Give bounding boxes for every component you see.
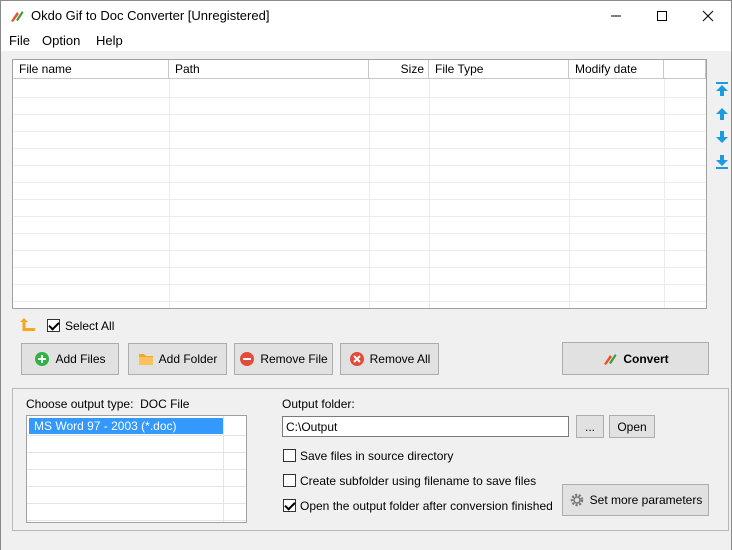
list-row-divider	[27, 469, 246, 470]
table-row-divider	[13, 267, 706, 268]
add-files-label: Add Files	[55, 352, 106, 366]
remove-all-label: Remove All	[369, 352, 431, 366]
folder-icon	[138, 354, 153, 365]
menu-bar: File Option Help	[1, 31, 731, 51]
output-type-value: DOC File	[140, 397, 190, 411]
browse-button[interactable]: ...	[576, 415, 604, 438]
output-folder-input[interactable]	[282, 416, 569, 437]
move-bottom-icon[interactable]	[714, 154, 730, 170]
column-header-size[interactable]: Size	[369, 60, 429, 79]
table-row-divider	[13, 182, 706, 183]
save-in-source-label: Save files in source directory	[300, 449, 454, 463]
column-header-spacer	[664, 60, 706, 79]
output-type-list[interactable]: MS Word 97 - 2003 (*.doc)	[26, 415, 247, 523]
save-in-source-checkbox[interactable]	[283, 449, 296, 462]
app-logo-icon	[11, 11, 24, 22]
maximize-icon	[657, 11, 667, 21]
open-after-checkbox[interactable]	[283, 499, 296, 512]
remove-file-label: Remove File	[260, 352, 328, 366]
minimize-button[interactable]	[593, 1, 639, 31]
list-row-divider	[27, 486, 246, 487]
move-top-icon[interactable]	[714, 81, 730, 97]
convert-label: Convert	[623, 351, 669, 366]
parent-folder-icon[interactable]	[19, 317, 37, 333]
menu-option[interactable]: Option	[42, 33, 80, 48]
output-type-label: Choose output type: DOC File	[26, 397, 189, 411]
create-subfolder-label: Create subfolder using filename to save …	[300, 474, 537, 488]
move-down-icon[interactable]	[714, 129, 730, 145]
convert-button[interactable]: Convert	[562, 342, 709, 375]
list-row-divider	[27, 503, 246, 504]
table-row-divider	[13, 131, 706, 132]
table-row-divider	[13, 165, 706, 166]
column-header-modify-date[interactable]: Modify date	[569, 60, 664, 79]
table-row-divider	[13, 216, 706, 217]
maximize-button[interactable]	[639, 1, 685, 31]
add-files-button[interactable]: Add Files	[21, 343, 119, 375]
menu-file[interactable]: File	[9, 33, 30, 48]
table-row-divider	[13, 148, 706, 149]
convert-icon	[604, 353, 617, 365]
move-up-icon[interactable]	[714, 106, 730, 122]
set-more-parameters-button[interactable]: Set more parameters	[562, 484, 709, 516]
table-row-divider	[13, 199, 706, 200]
remove-all-icon	[349, 352, 364, 366]
minimize-icon	[611, 15, 621, 17]
remove-file-button[interactable]: Remove File	[234, 343, 333, 375]
table-row-divider	[13, 301, 706, 302]
list-row-divider	[27, 452, 246, 453]
title-bar[interactable]: Okdo Gif to Doc Converter [Unregistered]	[1, 1, 731, 31]
close-icon	[702, 10, 714, 22]
table-row-divider	[13, 97, 706, 98]
remove-all-button[interactable]: Remove All	[340, 343, 439, 375]
list-row-divider	[27, 435, 246, 436]
add-folder-label: Add Folder	[158, 352, 218, 366]
select-all-label: Select All	[65, 319, 115, 333]
list-row-divider	[27, 520, 246, 521]
output-type-option-selected[interactable]: MS Word 97 - 2003 (*.doc)	[29, 418, 223, 434]
status-bar	[1, 540, 731, 550]
set-more-parameters-label: Set more parameters	[589, 493, 703, 507]
table-row-divider	[13, 284, 706, 285]
remove-icon	[240, 352, 255, 366]
output-folder-label: Output folder:	[282, 397, 355, 411]
gear-icon	[570, 493, 583, 507]
table-row-divider	[13, 233, 706, 234]
column-header-path[interactable]: Path	[169, 60, 369, 79]
column-header-file-name[interactable]: File name	[13, 60, 169, 79]
add-folder-button[interactable]: Add Folder	[128, 343, 227, 375]
table-row-divider	[13, 250, 706, 251]
window-title: Okdo Gif to Doc Converter [Unregistered]	[31, 8, 270, 23]
select-all-checkbox[interactable]	[47, 319, 60, 332]
file-list-table[interactable]: File name Path Size File Type Modify dat…	[12, 59, 707, 309]
main-window: Okdo Gif to Doc Converter [Unregistered]…	[0, 0, 732, 550]
create-subfolder-checkbox[interactable]	[283, 474, 296, 487]
add-icon	[35, 352, 50, 366]
close-button[interactable]	[685, 1, 731, 31]
output-type-caption: Choose output type:	[26, 397, 134, 411]
menu-help[interactable]: Help	[96, 33, 123, 48]
column-header-file-type[interactable]: File Type	[429, 60, 569, 79]
open-after-label: Open the output folder after conversion …	[300, 499, 553, 513]
open-button[interactable]: Open	[609, 415, 655, 438]
table-row-divider	[13, 114, 706, 115]
